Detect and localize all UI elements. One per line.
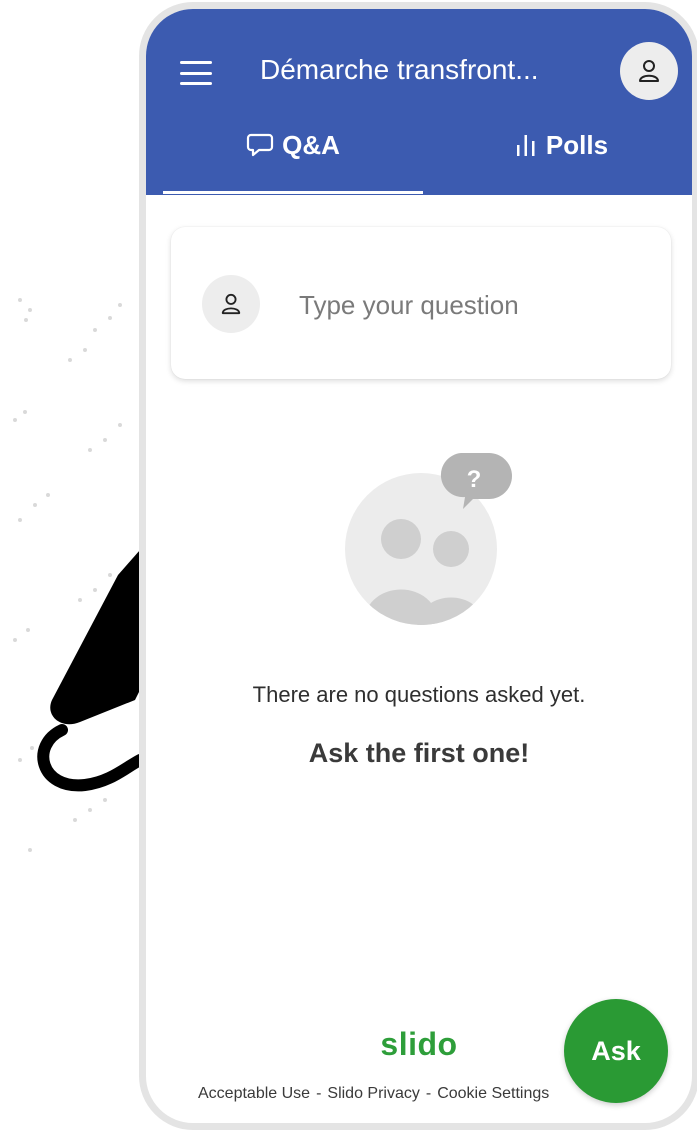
tab-bar: Q&A Polls bbox=[146, 127, 692, 195]
empty-state-cta: Ask the first one! bbox=[308, 738, 530, 768]
screen: Démarche transfront... Q&A Polls Type yo… bbox=[0, 0, 697, 1135]
cookie-settings-link[interactable]: Cookie Settings bbox=[437, 1085, 549, 1102]
acceptable-use-link[interactable]: Acceptable Use bbox=[198, 1085, 310, 1102]
app-header: Démarche transfront... Q&A Polls bbox=[146, 9, 692, 195]
tab-qa[interactable]: Q&A bbox=[163, 127, 423, 195]
tab-polls-label: Polls bbox=[545, 130, 609, 160]
menu-icon-line bbox=[180, 71, 212, 75]
user-icon bbox=[221, 293, 241, 315]
ask-button[interactable]: Ask bbox=[564, 999, 668, 1103]
bar-chart-icon bbox=[514, 127, 538, 163]
svg-text:?: ? bbox=[467, 466, 482, 493]
phone-frame: Démarche transfront... Q&A Polls Type yo… bbox=[139, 2, 697, 1130]
tab-qa-label: Q&A bbox=[282, 130, 340, 160]
footer-separator: - bbox=[316, 1085, 322, 1102]
event-title: Démarche transfront... bbox=[260, 54, 539, 85]
people-question-icon: ? bbox=[345, 453, 512, 625]
profile-button[interactable] bbox=[620, 42, 678, 100]
question-input[interactable] bbox=[299, 285, 639, 325]
active-tab-indicator bbox=[163, 191, 423, 194]
menu-icon-line bbox=[180, 82, 212, 85]
question-author-avatar[interactable] bbox=[202, 275, 260, 333]
user-icon bbox=[639, 60, 659, 82]
footer-separator: - bbox=[425, 1085, 432, 1102]
hamburger-menu-icon bbox=[180, 61, 212, 64]
tab-polls[interactable]: Polls bbox=[426, 127, 692, 195]
privacy-link[interactable]: Slido Privacy bbox=[327, 1085, 419, 1102]
speech-bubble-icon bbox=[246, 127, 274, 163]
empty-state-message: There are no questions asked yet. bbox=[252, 682, 586, 707]
menu-button[interactable] bbox=[174, 53, 218, 93]
question-card[interactable] bbox=[171, 227, 671, 379]
